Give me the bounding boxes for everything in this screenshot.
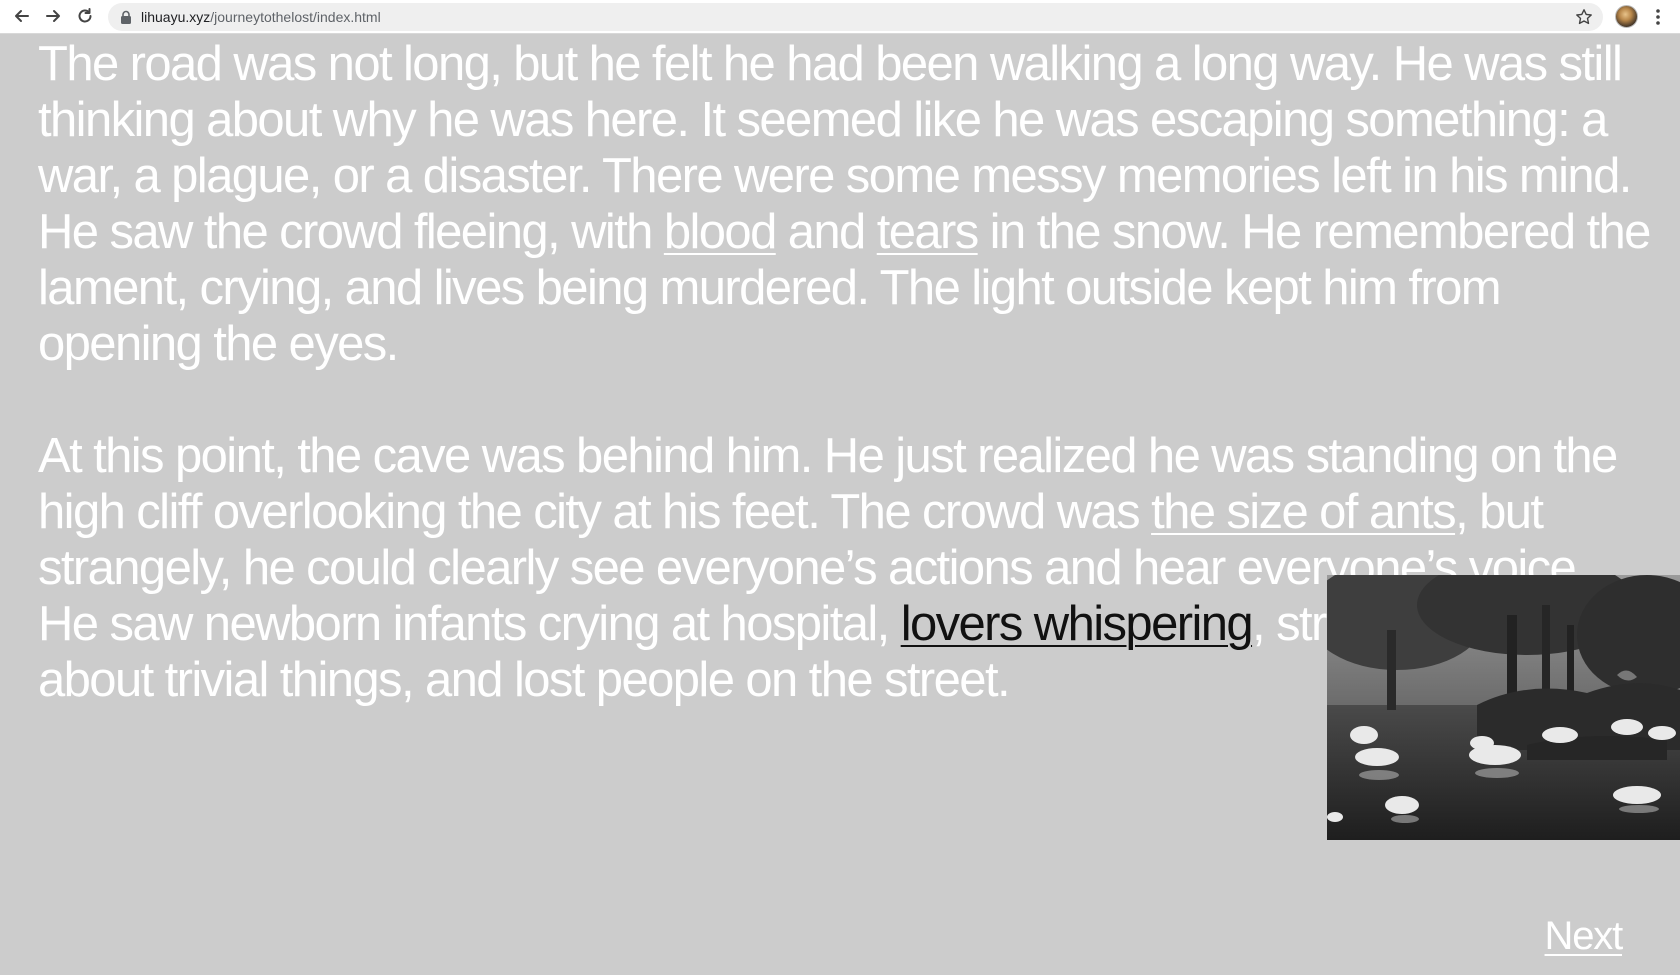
page-content: The road was not long, but he felt he ha…: [0, 34, 1680, 975]
back-arrow-icon[interactable]: [11, 5, 33, 27]
tears-link[interactable]: tears: [877, 205, 980, 259]
browser-toolbar: lihuayu.xyz/journeytothelost/index.html: [0, 0, 1680, 34]
avatar[interactable]: [1615, 5, 1638, 28]
star-icon[interactable]: [1575, 8, 1593, 26]
lock-icon: [121, 10, 131, 24]
reload-icon[interactable]: [74, 5, 96, 27]
address-bar[interactable]: lihuayu.xyz/journeytothelost/index.html: [108, 3, 1603, 31]
forward-arrow-icon[interactable]: [42, 5, 64, 27]
kebab-menu-icon[interactable]: [1650, 7, 1666, 27]
lovers-whispering-link[interactable]: lovers whispering: [901, 597, 1254, 651]
next-link[interactable]: Next: [1545, 914, 1624, 959]
story-paragraph-1: The road was not long, but he felt he ha…: [38, 36, 1658, 372]
url-domain: lihuayu.xyz: [141, 9, 211, 25]
size-of-ants-link[interactable]: the size of ants: [1151, 485, 1457, 539]
url-text: lihuayu.xyz/journeytothelost/index.html: [141, 9, 381, 25]
swan-photo: [1327, 575, 1680, 840]
blood-link[interactable]: blood: [664, 205, 778, 259]
url-path: /journeytothelost/index.html: [210, 9, 381, 25]
paragraph-text: and: [775, 205, 877, 259]
